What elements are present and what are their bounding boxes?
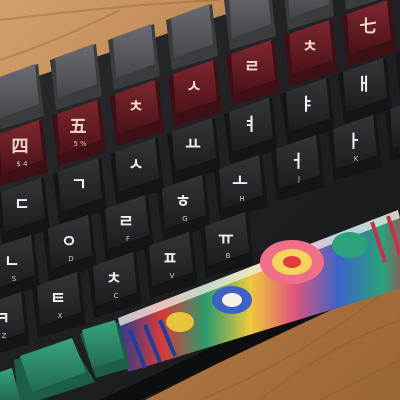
keycap-legend: ㅍ: [162, 249, 178, 269]
keycap-legend: 五: [70, 117, 87, 137]
keycap-sublegend: X: [58, 312, 63, 320]
keycap-legend: ㅊ: [128, 97, 144, 117]
keycap-sublegend: 5 %: [73, 140, 87, 148]
keycap-sublegend: G: [182, 215, 187, 223]
keycap-legend: ㄱ: [71, 175, 87, 195]
keycap-sublegend: Z: [2, 332, 7, 340]
keycap-sublegend: H: [239, 195, 244, 203]
keycap-legend: ㅓ: [289, 152, 305, 172]
keycap-sublegend: C: [114, 292, 119, 300]
keycap-legend: ㅑ: [299, 95, 315, 115]
keycap-legend: ㅅ: [186, 77, 202, 97]
keycap-legend: ㄹ: [118, 212, 134, 232]
keycap-legend: ㄹ: [244, 57, 260, 77]
keyboard-photo: 四$ 4五5 %ㅊㅅㄹㅊ七八ㄷㄱㅅㅛㅕㅑㅐㅔㄴSㅇDㄹFㅎGㅗHㅓJㅏKㅣLㅋZ…: [0, 0, 400, 400]
keycap-legend: 四: [12, 137, 29, 157]
keycap-legend: ㅛ: [185, 135, 201, 155]
keycap-legend: ㅊ: [106, 269, 122, 289]
keycap-legend: ㅎ: [175, 192, 191, 212]
keycap-legend: ㅊ: [302, 37, 318, 57]
keycap-legend: ㅌ: [50, 289, 66, 309]
keycap-legend: ㅗ: [232, 172, 248, 192]
keycap-legend: ㅇ: [61, 232, 77, 252]
keycap-sublegend: F: [126, 235, 130, 243]
keycap-legend: ㅠ: [218, 229, 234, 249]
keycap-legend: ㅋ: [0, 309, 10, 329]
keycap-legend: ㅅ: [128, 155, 144, 175]
keycap-legend: ㄴ: [4, 252, 20, 272]
keycap-legend: ㅐ: [356, 75, 372, 95]
keycap-legend: ㅏ: [346, 132, 362, 152]
keycap-sublegend: S: [12, 275, 17, 283]
keycap-sublegend: D: [68, 255, 73, 263]
keycap-sublegend: K: [354, 155, 359, 163]
keycap-legend: 七: [360, 17, 377, 37]
keycap-sublegend: B: [226, 252, 231, 260]
keycap-sublegend: $ 4: [16, 160, 28, 168]
keycap-sublegend: V: [170, 272, 175, 280]
keycap-sublegend: J: [297, 175, 300, 183]
keycap-legend: ㅕ: [242, 115, 258, 135]
keycap-legend: ㄷ: [14, 195, 30, 215]
